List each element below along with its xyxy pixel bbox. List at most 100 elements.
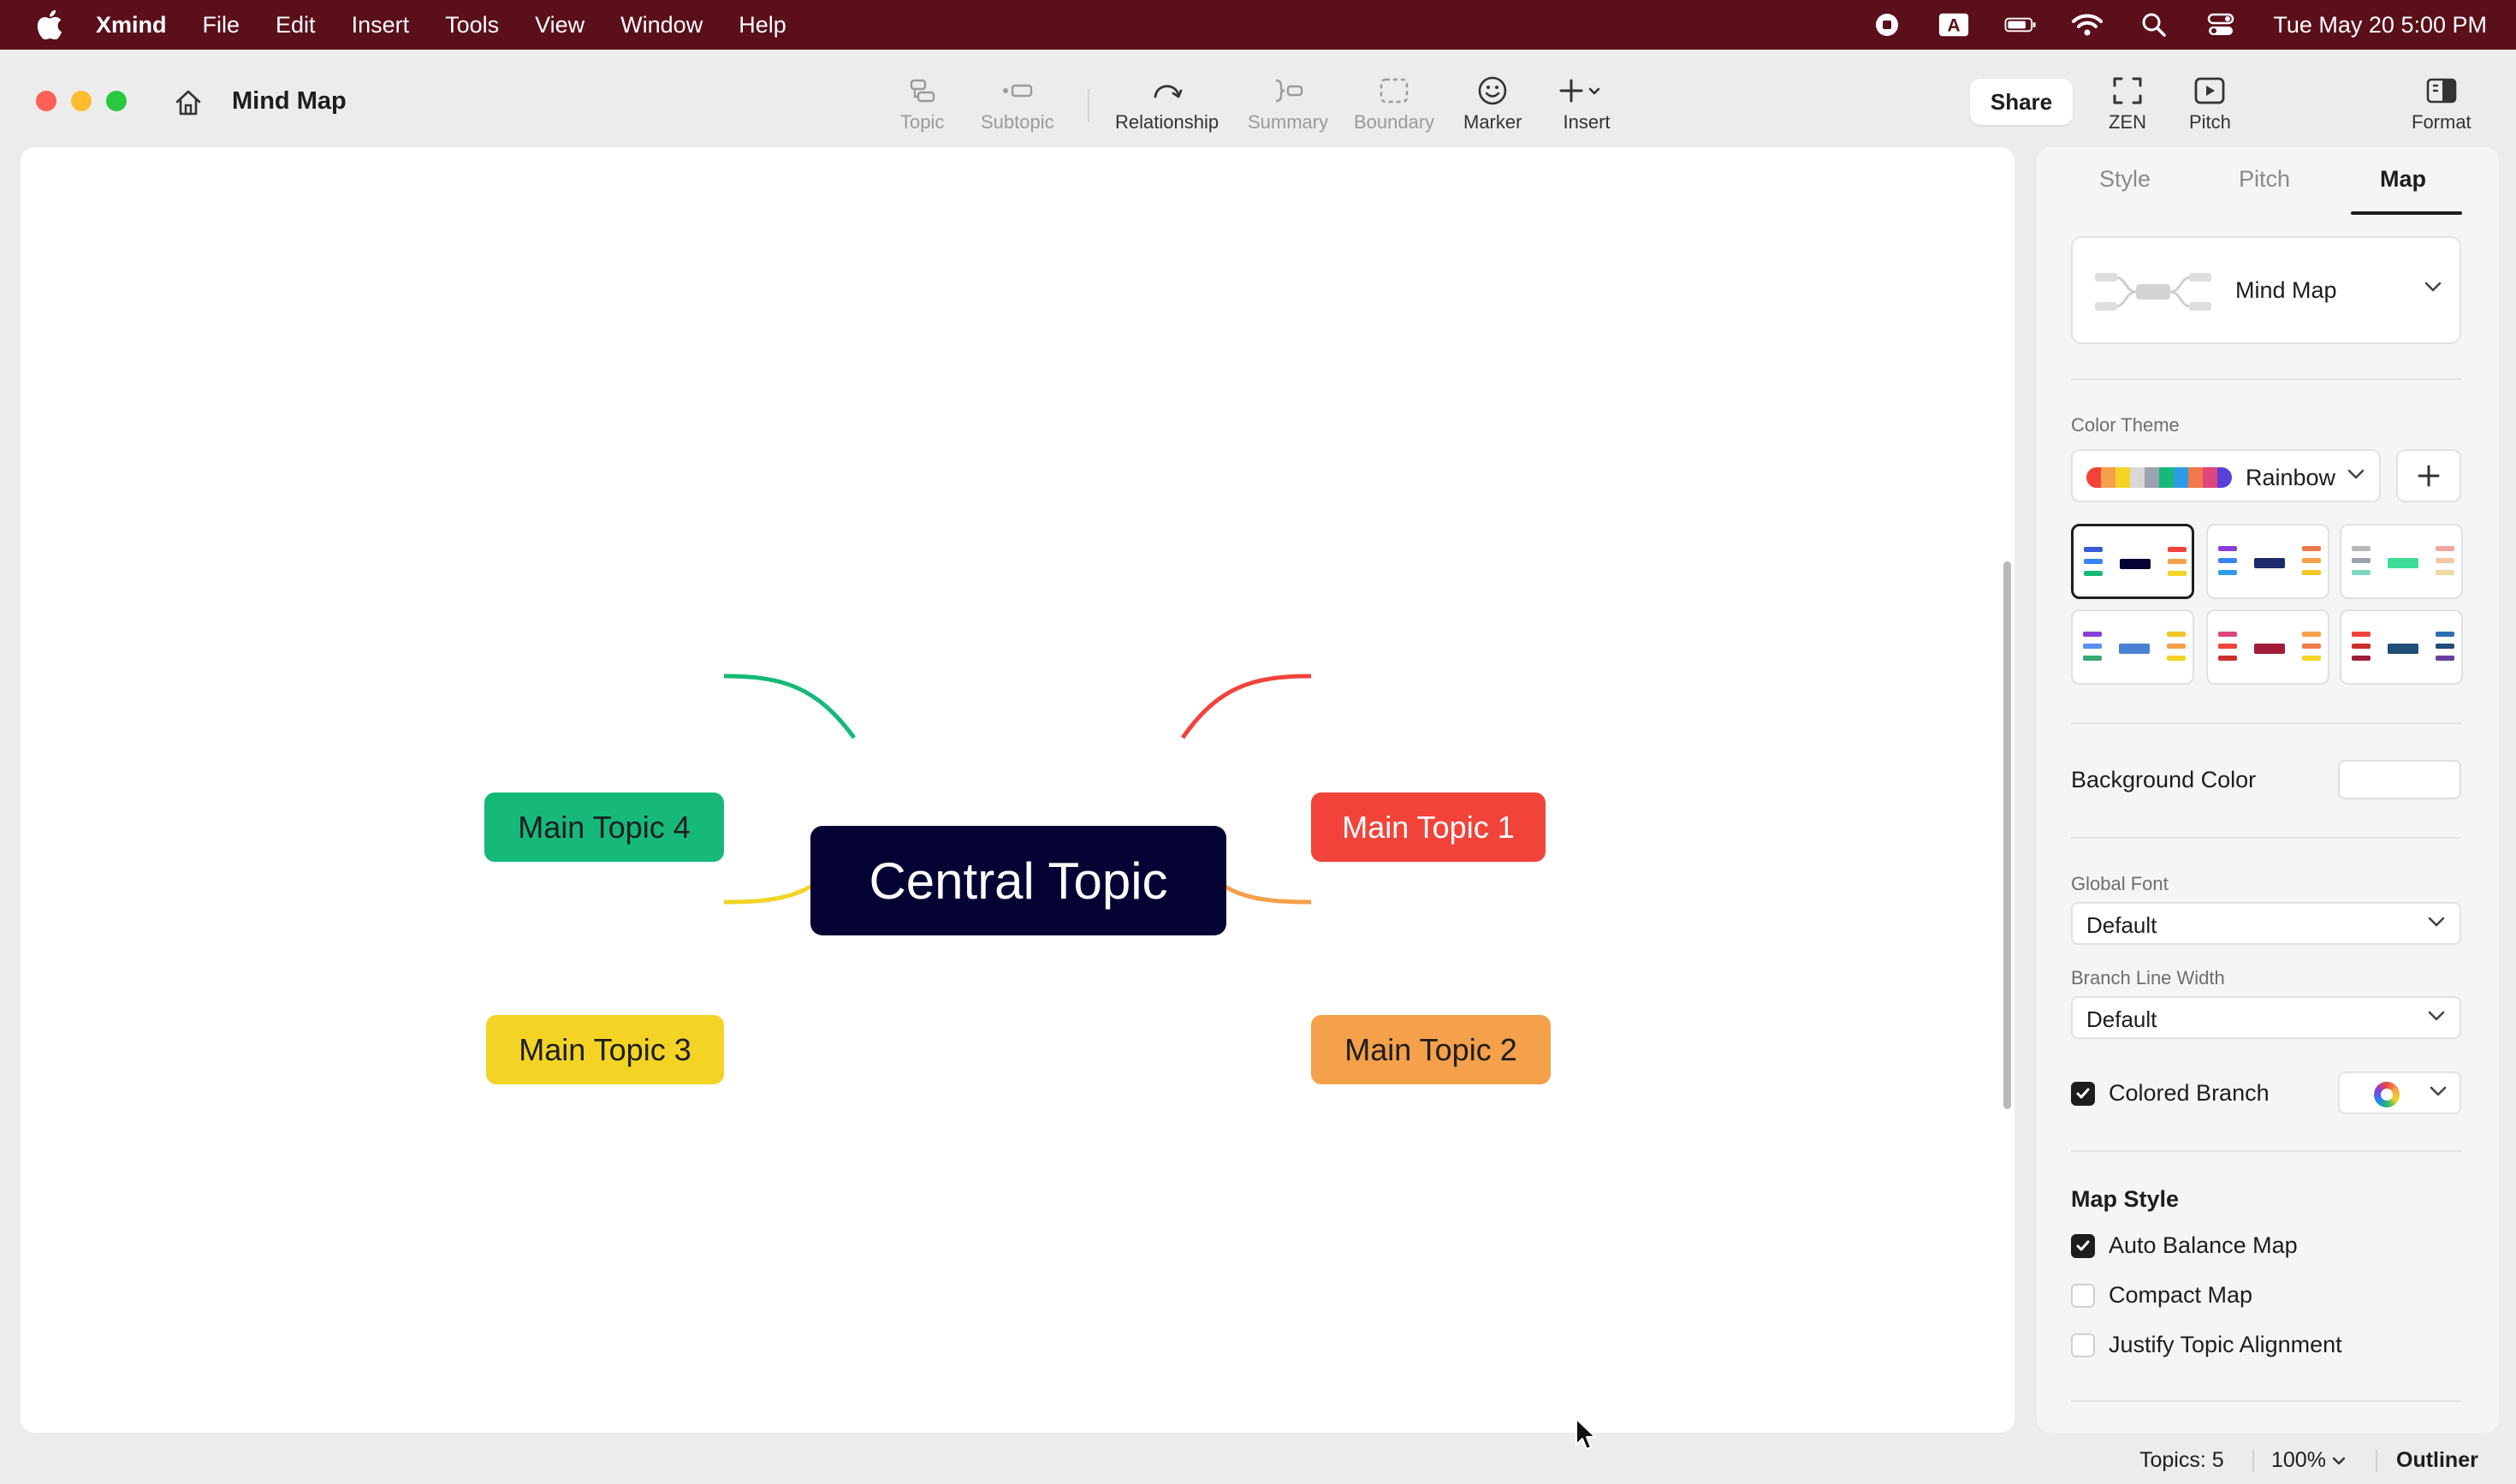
topic-count: Topics: 5 <box>2139 1448 2224 1472</box>
color-wheel-icon <box>2374 1082 2400 1107</box>
auto-balance-label: Auto Balance Map <box>2109 1232 2298 1258</box>
main-topic-1[interactable]: Main Topic 1 <box>1311 792 1546 862</box>
main-topic-2[interactable]: Main Topic 2 <box>1311 1015 1551 1084</box>
mind-map-canvas[interactable]: Central Topic Main Topic 1 Main Topic 2 … <box>21 147 2015 1433</box>
justify-alignment-label: Justify Topic Alignment <box>2109 1332 2342 1357</box>
theme-variant-6[interactable] <box>2340 609 2463 685</box>
colored-branch-label: Colored Branch <box>2109 1080 2270 1106</box>
topic-button[interactable]: Topic <box>900 74 944 134</box>
status-separator <box>2252 1450 2254 1472</box>
subtopic-label: Subtopic <box>981 111 1054 133</box>
central-topic[interactable]: Central Topic <box>810 826 1226 935</box>
tab-pitch[interactable]: Pitch <box>2239 166 2290 193</box>
structure-name: Mind Map <box>2235 277 2337 303</box>
background-color-label: Background Color <box>2071 767 2257 792</box>
marker-button[interactable]: Marker <box>1463 74 1522 134</box>
chevron-down-icon <box>2428 1011 2445 1021</box>
zen-button[interactable]: ZEN <box>2109 74 2146 134</box>
chevron-down-icon <box>2347 469 2365 479</box>
format-tabs: Style Pitch Map <box>2037 147 2499 216</box>
screen-record-icon[interactable] <box>1871 10 1903 39</box>
menu-view[interactable]: View <box>535 12 584 39</box>
global-font-value: Default <box>2086 912 2157 938</box>
compact-map-label: Compact Map <box>2109 1282 2253 1308</box>
theme-variant-4[interactable] <box>2071 609 2194 685</box>
colored-branch-checkbox[interactable] <box>2071 1082 2095 1106</box>
theme-variant-1[interactable] <box>2071 524 2194 599</box>
zoom-level: 100% <box>2271 1448 2326 1472</box>
spotlight-search-icon[interactable] <box>2138 10 2170 39</box>
menu-window[interactable]: Window <box>620 12 703 39</box>
summary-button[interactable]: Summary <box>1248 74 1328 134</box>
rainbow-swatch-icon <box>2086 467 2232 488</box>
zoom-control[interactable]: 100% <box>2271 1448 2347 1473</box>
format-label: Format <box>2412 111 2471 133</box>
menu-file[interactable]: File <box>203 12 240 39</box>
status-separator <box>2376 1450 2377 1472</box>
tab-style[interactable]: Style <box>2099 166 2151 193</box>
color-theme-label: Color Theme <box>2071 414 2180 436</box>
wifi-icon[interactable] <box>2071 10 2104 39</box>
theme-variant-3[interactable] <box>2340 524 2463 599</box>
chevron-down-icon <box>2332 1457 2346 1464</box>
branch-line-topic-4 <box>723 674 857 739</box>
close-window-button[interactable] <box>36 91 56 111</box>
apple-menu-icon[interactable] <box>33 8 67 42</box>
share-button[interactable]: Share <box>1970 79 2073 125</box>
menu-bar: Xmind File Edit Insert Tools View Window… <box>0 0 2516 50</box>
structure-selector[interactable]: Mind Map <box>2071 236 2461 344</box>
boundary-button[interactable]: Boundary <box>1354 74 1434 134</box>
insert-button[interactable]: Insert <box>1559 74 1614 134</box>
minimize-window-button[interactable] <box>71 91 92 111</box>
fullscreen-icon <box>2109 74 2146 108</box>
theme-variant-2[interactable] <box>2206 524 2329 599</box>
app-window: Mind Map Topic Subtopic Relationship Sum… <box>0 58 2516 1484</box>
color-theme-dropdown[interactable]: Rainbow <box>2071 449 2381 502</box>
zoom-window-button[interactable] <box>106 91 127 111</box>
main-topic-3[interactable]: Main Topic 3 <box>486 1015 724 1084</box>
menu-tools[interactable]: Tools <box>445 12 499 39</box>
traffic-lights <box>36 91 127 111</box>
global-font-select[interactable]: Default <box>2071 902 2461 945</box>
auto-balance-checkbox[interactable] <box>2071 1234 2095 1258</box>
topic-label: Topic <box>900 111 945 133</box>
play-screen-icon <box>2191 74 2228 108</box>
main-topic-4[interactable]: Main Topic 4 <box>484 792 724 862</box>
outliner-button[interactable]: Outliner <box>2396 1448 2478 1473</box>
vertical-scrollbar[interactable] <box>2003 561 2011 1109</box>
compact-map-checkbox[interactable] <box>2071 1284 2095 1308</box>
section-divider <box>2071 837 2461 839</box>
relationship-label: Relationship <box>1115 111 1219 133</box>
insert-label: Insert <box>1563 111 1611 133</box>
theme-variant-5[interactable] <box>2206 609 2329 685</box>
input-source-label: A <box>1948 16 1961 36</box>
format-button[interactable]: Format <box>2412 74 2471 134</box>
menubar-clock[interactable]: Tue May 20 5:00 PM <box>2273 12 2487 39</box>
document-title: Mind Map <box>232 87 347 115</box>
branch-color-picker[interactable] <box>2338 1071 2461 1114</box>
add-theme-button[interactable] <box>2396 449 2461 502</box>
menu-insert[interactable]: Insert <box>352 12 410 39</box>
chevron-down-icon <box>2430 1086 2447 1096</box>
background-color-picker[interactable] <box>2338 760 2461 799</box>
menu-help[interactable]: Help <box>739 12 786 39</box>
mind-map-structure-icon <box>2095 273 2211 311</box>
pitch-button[interactable]: Pitch <box>2189 74 2231 134</box>
app-menu[interactable]: Xmind <box>96 12 167 39</box>
input-source-icon[interactable]: A <box>1937 10 1970 39</box>
tab-map[interactable]: Map <box>2380 166 2426 193</box>
window-toolbar: Mind Map Topic Subtopic Relationship Sum… <box>0 58 2516 147</box>
relationship-button[interactable]: Relationship <box>1115 74 1219 134</box>
section-divider <box>2071 1400 2461 1402</box>
branch-line-width-select[interactable]: Default <box>2071 996 2461 1039</box>
home-icon[interactable] <box>169 84 207 122</box>
subtopic-button[interactable]: Subtopic <box>981 74 1054 134</box>
zen-label: ZEN <box>2109 111 2146 133</box>
menu-edit[interactable]: Edit <box>276 12 316 39</box>
battery-icon[interactable] <box>2004 10 2037 39</box>
subtopic-icon <box>999 74 1036 108</box>
boundary-label: Boundary <box>1354 111 1435 133</box>
justify-alignment-checkbox[interactable] <box>2071 1333 2095 1357</box>
map-style-heading: Map Style <box>2071 1186 2180 1212</box>
control-center-icon[interactable] <box>2204 10 2237 39</box>
